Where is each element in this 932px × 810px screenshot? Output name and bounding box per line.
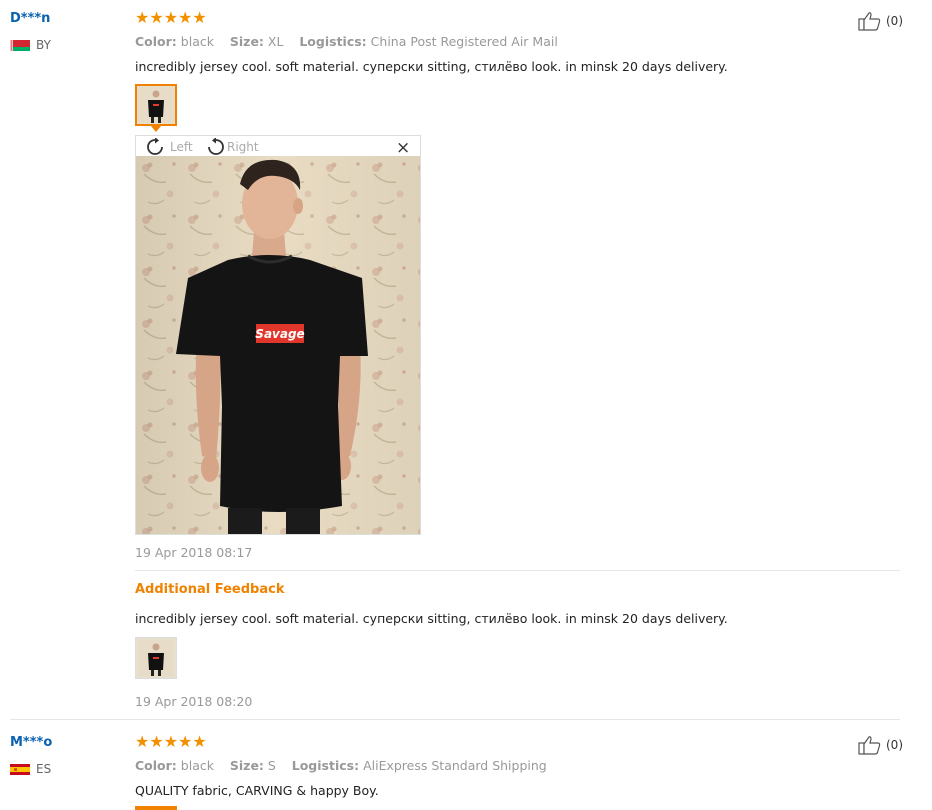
like-button[interactable]: (0) — [858, 11, 903, 31]
rotate-left-icon — [147, 138, 163, 155]
size-label: Size: — [229, 758, 264, 773]
photo-thumbnail-image — [138, 640, 174, 676]
additional-feedback-date: 19 Apr 2018 08:20 — [135, 694, 253, 709]
reviewer-country: BY — [10, 38, 51, 52]
size-label: Size: — [229, 34, 264, 49]
reviewer-name[interactable]: M***o — [10, 735, 52, 750]
star-rating: ★★★★★ — [135, 732, 207, 751]
review-photo-image: Savage — [136, 156, 420, 534]
review-text: QUALITY fabric, CARVING & happy Boy. — [135, 783, 379, 798]
belarus-flag-icon — [10, 39, 30, 51]
photo-thumbnail-image — [138, 87, 174, 123]
country-code: ES — [36, 762, 52, 776]
thumbs-up-icon — [858, 736, 881, 755]
review-divider — [10, 719, 900, 720]
close-viewer-button[interactable]: × — [396, 138, 410, 158]
review-text: incredibly jersey cool. soft material. с… — [135, 59, 728, 74]
color-value: black — [180, 34, 214, 49]
color-value: black — [180, 758, 214, 773]
logistics-label: Logistics: — [299, 34, 367, 49]
review-photo-thumbnail[interactable] — [135, 84, 177, 126]
size-value: S — [267, 758, 276, 773]
reviewer-country: ES — [10, 762, 51, 776]
additional-feedback-title: Additional Feedback — [135, 582, 285, 597]
reviewer-name[interactable]: D***n — [10, 11, 50, 26]
shirt-logo-text: Savage — [255, 327, 304, 341]
star-rating: ★★★★★ — [135, 8, 207, 27]
thumbs-up-icon — [858, 12, 881, 31]
logistics-value: AliExpress Standard Shipping — [363, 758, 547, 773]
order-attributes: Color: black Size: XL Logistics: China P… — [135, 34, 558, 49]
photo-viewer: Left Right × Savage — [135, 135, 421, 535]
like-count: (0) — [886, 14, 903, 28]
like-count: (0) — [886, 738, 903, 752]
rotate-right-button[interactable]: Right — [203, 138, 259, 156]
review-date: 19 Apr 2018 08:17 — [135, 545, 253, 560]
rotate-right-label: Right — [227, 140, 259, 154]
like-button[interactable]: (0) — [858, 735, 903, 755]
logistics-value: China Post Registered Air Mail — [370, 34, 558, 49]
review-photo: Savage — [136, 156, 420, 534]
rotate-right-icon — [208, 138, 224, 155]
divider — [135, 570, 900, 571]
rotate-left-button[interactable]: Left — [146, 138, 193, 156]
spain-flag-icon — [10, 763, 30, 775]
rotate-left-label: Left — [170, 140, 193, 154]
size-value: XL — [267, 34, 284, 49]
thumbnail-pointer — [151, 126, 161, 132]
additional-photo-thumbnail[interactable] — [135, 637, 177, 679]
order-attributes: Color: black Size: S Logistics: AliExpre… — [135, 758, 547, 773]
additional-feedback-text: incredibly jersey cool. soft material. с… — [135, 611, 728, 626]
logistics-label: Logistics: — [291, 758, 360, 773]
color-label: Color: — [135, 34, 177, 49]
color-label: Color: — [135, 758, 177, 773]
country-code: BY — [36, 38, 51, 52]
review-photo-thumbnail-edge[interactable] — [135, 806, 177, 810]
